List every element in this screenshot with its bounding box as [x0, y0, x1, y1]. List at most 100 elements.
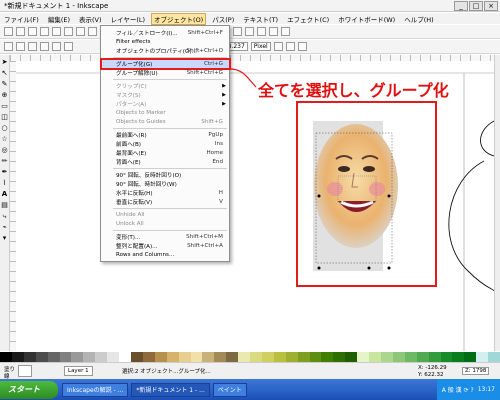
palette-swatch[interactable]: [166, 352, 179, 362]
xml-editor-icon[interactable]: [257, 27, 266, 36]
palette-swatch[interactable]: [416, 352, 429, 362]
palette-swatch[interactable]: [464, 352, 477, 362]
calligraphy-tool-icon[interactable]: ⌇: [1, 179, 9, 188]
fill-stroke-swatch[interactable]: [18, 365, 32, 377]
zoom-tool-icon[interactable]: ⊕: [1, 91, 9, 100]
palette-swatch[interactable]: [59, 352, 72, 362]
menu-path[interactable]: パス(P): [210, 14, 236, 24]
palette-swatch[interactable]: [11, 352, 24, 362]
align-icon[interactable]: [269, 27, 278, 36]
gradient-tool-icon[interactable]: ▤: [1, 201, 9, 210]
flip-horizontal-icon[interactable]: [52, 42, 61, 51]
palette-swatch[interactable]: [119, 352, 131, 362]
palette-swatch[interactable]: [452, 352, 465, 362]
dropper-tool-icon[interactable]: ⌁: [1, 223, 9, 232]
palette-swatch[interactable]: [357, 352, 370, 362]
palette-swatch[interactable]: [95, 352, 108, 362]
menu-effects[interactable]: エフェクト(C): [285, 14, 331, 24]
spiral-tool-icon[interactable]: ◎: [1, 146, 9, 155]
tweak-tool-icon[interactable]: ✎: [1, 80, 9, 89]
text-tool-icon[interactable]: A: [1, 190, 9, 199]
menu-view[interactable]: 表示(V): [77, 14, 104, 24]
menu-text[interactable]: テキスト(T): [241, 14, 280, 24]
palette-swatch[interactable]: [273, 352, 286, 362]
text-font-icon[interactable]: [245, 27, 254, 36]
pen-tool-icon[interactable]: ✒: [1, 168, 9, 177]
node-tool-icon[interactable]: ↖: [1, 69, 9, 78]
save-icon[interactable]: [28, 27, 37, 36]
palette-swatch[interactable]: [392, 352, 405, 362]
close-button[interactable]: ×: [484, 1, 498, 11]
print-icon[interactable]: [40, 27, 49, 36]
open-icon[interactable]: [16, 27, 25, 36]
palette-swatch[interactable]: [35, 352, 48, 362]
unit-select[interactable]: Pixel: [250, 42, 271, 51]
object-menu-item[interactable]: 垂直に反転(V) V: [102, 198, 229, 206]
object-menu-item[interactable]: 最背面へ(E) Home: [102, 149, 229, 157]
object-menu-item[interactable]: グループ化(G) Ctrl+G: [100, 58, 231, 70]
palette-swatch[interactable]: [321, 352, 334, 362]
object-menu-item[interactable]: オブジェクトのプロパティ(O)... Shift+Ctrl+O: [102, 47, 229, 55]
object-menu-item[interactable]: 90° 回転、反時計回り(O): [102, 171, 229, 179]
palette-swatch[interactable]: [369, 352, 381, 362]
maximize-button[interactable]: □: [469, 1, 483, 11]
start-button[interactable]: スタート: [0, 380, 58, 399]
menu-file[interactable]: ファイル(F): [2, 14, 41, 24]
palette-swatch[interactable]: [23, 352, 36, 362]
palette-swatch[interactable]: [190, 352, 203, 362]
object-menu-item[interactable]: 水平に反転(H) H: [102, 189, 229, 197]
rotate-cw-icon[interactable]: [40, 42, 49, 51]
palette-swatch[interactable]: [71, 352, 84, 362]
preferences-icon[interactable]: [281, 27, 290, 36]
palette-swatch[interactable]: [238, 352, 251, 362]
palette-swatch[interactable]: [261, 352, 274, 362]
menu-edit[interactable]: 編集(E): [46, 14, 72, 24]
undo-icon[interactable]: [76, 27, 85, 36]
fill-stroke-icon[interactable]: [233, 27, 242, 36]
taskbar-item-paint[interactable]: ペイント: [212, 382, 247, 397]
rotate-ccw-icon[interactable]: [28, 42, 37, 51]
select-all-layers-icon[interactable]: [16, 42, 25, 51]
menu-help[interactable]: ヘルプ(H): [402, 14, 435, 24]
palette-swatch[interactable]: [0, 352, 12, 362]
select-all-icon[interactable]: [4, 42, 13, 51]
zoom-field[interactable]: Z: 1798: [462, 367, 490, 375]
move-gradients-icon[interactable]: [297, 42, 307, 51]
rectangle-tool-icon[interactable]: ▭: [1, 102, 9, 111]
object-menu-item[interactable]: グループ解除(U) Shift+Ctrl+G: [102, 69, 229, 77]
palette-swatch[interactable]: [178, 352, 191, 362]
palette-swatch[interactable]: [142, 352, 155, 362]
ellipse-tool-icon[interactable]: ○: [1, 124, 9, 133]
taskbar-item-browser[interactable]: Inkscapeの解説 - ...: [62, 382, 129, 397]
palette-swatch[interactable]: [428, 352, 441, 362]
palette-swatch[interactable]: [130, 352, 143, 362]
object-menu-item[interactable]: 最前面へ(R) PgUp: [102, 131, 229, 139]
palette-swatch[interactable]: [476, 352, 489, 362]
palette-swatch[interactable]: [440, 352, 453, 362]
palette-swatch[interactable]: [285, 352, 298, 362]
menu-whiteboard[interactable]: ホワイトボード(W): [336, 14, 397, 24]
palette-swatch[interactable]: [83, 352, 96, 362]
palette-swatch[interactable]: [297, 352, 310, 362]
minimize-button[interactable]: _: [454, 1, 468, 11]
palette-swatch[interactable]: [250, 352, 262, 362]
paint-bucket-tool-icon[interactable]: ▾: [1, 234, 9, 243]
tray-icons[interactable]: A 般 漢 ⟳ ?: [442, 385, 474, 394]
palette-swatch[interactable]: [345, 352, 358, 362]
import-icon[interactable]: [52, 27, 61, 36]
object-menu-item[interactable]: 変形(T)... Shift+Ctrl+M: [102, 233, 229, 241]
layer-select[interactable]: Layer 1: [64, 366, 93, 376]
palette-swatch[interactable]: [226, 352, 239, 362]
menu-object[interactable]: オブジェクト(O): [151, 12, 207, 25]
flip-vertical-icon[interactable]: [64, 42, 73, 51]
3d-box-tool-icon[interactable]: ◫: [1, 113, 9, 122]
palette-swatch[interactable]: [202, 352, 215, 362]
star-tool-icon[interactable]: ☆: [1, 135, 9, 144]
object-menu-item[interactable]: 背面へ(E) End: [102, 158, 229, 166]
taskbar-item-inkscape[interactable]: *新規ドキュメント 1 - ...: [131, 382, 210, 397]
vertical-scrollbar[interactable]: [494, 55, 500, 351]
new-document-icon[interactable]: [4, 27, 13, 36]
menu-layer[interactable]: レイヤー(L): [109, 14, 148, 24]
object-menu-item[interactable]: 90° 回転、時計回り(W): [102, 180, 229, 188]
selector-tool-icon[interactable]: ➤: [1, 58, 9, 67]
